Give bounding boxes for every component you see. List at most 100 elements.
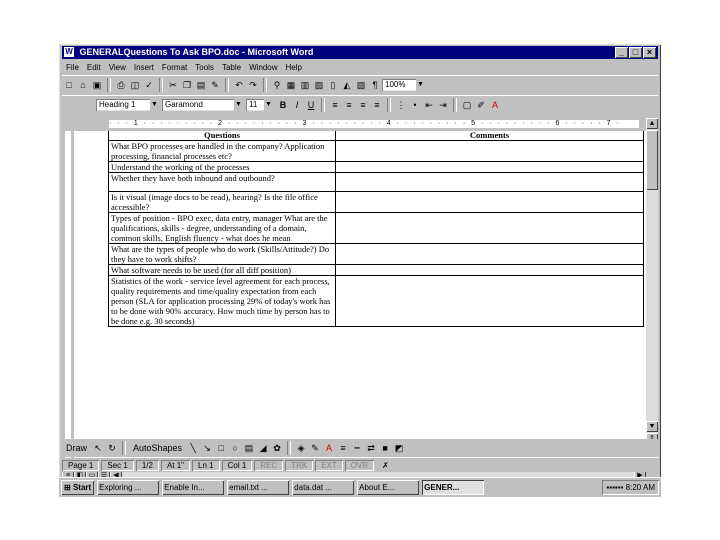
cut-icon[interactable]: ✂ <box>167 79 179 91</box>
comment-cell[interactable] <box>335 243 644 265</box>
maximize-button[interactable]: □ <box>629 47 642 58</box>
paste-icon[interactable]: ▤ <box>195 79 207 91</box>
scroll-down-icon[interactable]: ▼ <box>646 421 658 432</box>
menu-window[interactable]: Window <box>245 63 281 72</box>
columns-icon[interactable]: ▯ <box>327 79 339 91</box>
question-cell[interactable]: Statistics of the work - service level a… <box>108 275 336 327</box>
menu-format[interactable]: Format <box>158 63 191 72</box>
document-map-icon[interactable]: ▨ <box>355 79 367 91</box>
font-color-icon[interactable]: A <box>489 99 501 111</box>
draw-menu[interactable]: Draw <box>62 443 91 453</box>
drawing-icon[interactable]: ◭ <box>341 79 353 91</box>
clipart-icon[interactable]: ✿ <box>271 442 283 454</box>
question-cell[interactable]: Understand the working of the processes <box>108 161 336 173</box>
menu-edit[interactable]: Edit <box>83 63 105 72</box>
taskbar-item[interactable]: email.txt ... <box>227 480 289 495</box>
tray-icons[interactable]: ▪▪▪▪▪▪ <box>606 483 625 492</box>
clock[interactable]: 8:20 AM <box>626 483 655 492</box>
bold-button[interactable]: B <box>277 99 289 111</box>
menu-help[interactable]: Help <box>282 63 306 72</box>
arrow-icon[interactable]: ↘ <box>201 442 213 454</box>
taskbar-item-active[interactable]: GENER... <box>422 480 485 495</box>
vertical-scrollbar[interactable]: ▲ ▼ ⇑ ● ⇓ <box>646 118 658 469</box>
align-center-icon[interactable]: ≡ <box>343 99 355 111</box>
taskbar-item[interactable]: Enable In... <box>162 480 224 495</box>
rectangle-icon[interactable]: □ <box>215 442 227 454</box>
menu-file[interactable]: File <box>62 63 83 72</box>
zoom-dropdown[interactable]: 100% ▼ <box>382 79 425 91</box>
justify-icon[interactable]: ≡ <box>371 99 383 111</box>
question-cell[interactable]: Types of position - BPO exec, data entry… <box>108 212 336 244</box>
comment-cell[interactable] <box>335 140 644 162</box>
taskbar-item[interactable]: About E... <box>357 480 419 495</box>
insert-table-icon[interactable]: ▥ <box>299 79 311 91</box>
dash-style-icon[interactable]: ┅ <box>351 442 363 454</box>
question-cell[interactable]: What BPO processes are handled in the co… <box>108 140 336 162</box>
status-ext[interactable]: EXT <box>315 460 343 471</box>
fill-color-icon[interactable]: ◈ <box>295 442 307 454</box>
chevron-down-icon[interactable]: ▼ <box>416 79 425 91</box>
spelling-status-icon[interactable]: ✗ <box>376 460 395 471</box>
free-rotate-icon[interactable]: ↻ <box>106 442 118 454</box>
spelling-icon[interactable]: ✓ <box>143 79 155 91</box>
comment-cell[interactable] <box>335 172 644 192</box>
question-cell[interactable]: What are the types of people who do work… <box>108 243 336 265</box>
word-app-icon[interactable]: W <box>64 47 74 57</box>
menu-view[interactable]: View <box>105 63 130 72</box>
arrow-style-icon[interactable]: ⇄ <box>365 442 377 454</box>
autoshapes-menu[interactable]: AutoShapes <box>129 443 186 453</box>
text-box-icon[interactable]: ▤ <box>243 442 255 454</box>
decrease-indent-icon[interactable]: ⇤ <box>423 99 435 111</box>
print-icon[interactable]: ⎙ <box>115 79 127 91</box>
shadow-icon[interactable]: ■ <box>379 442 391 454</box>
status-trk[interactable]: TRK <box>285 460 313 471</box>
vertical-ruler[interactable] <box>62 131 74 469</box>
increase-indent-icon[interactable]: ⇥ <box>437 99 449 111</box>
taskbar-item[interactable]: data.dat ... <box>292 480 354 495</box>
start-button[interactable]: ⊞ Start <box>61 480 94 495</box>
document-area[interactable]: Questions Comments What BPO processes ar… <box>62 131 646 469</box>
undo-icon[interactable]: ↶ <box>233 79 245 91</box>
horizontal-ruler[interactable]: · · · 1 · · · · · · · · · 2 · · · · · · … <box>62 118 658 130</box>
comment-cell[interactable] <box>335 275 644 327</box>
question-cell[interactable]: Is it visual (image docs to be read), he… <box>108 191 336 213</box>
line-color-icon[interactable]: ✎ <box>309 442 321 454</box>
style-dropdown[interactable]: Heading 1 ▼ <box>96 99 159 111</box>
format-painter-icon[interactable]: ✎ <box>209 79 221 91</box>
show-hide-icon[interactable]: ¶ <box>369 79 381 91</box>
line-icon[interactable]: ╲ <box>187 442 199 454</box>
chevron-down-icon[interactable]: ▼ <box>150 99 159 111</box>
border-icon[interactable]: ▢ <box>461 99 473 111</box>
save-icon[interactable]: ▣ <box>91 79 103 91</box>
insert-excel-icon[interactable]: ▧ <box>313 79 325 91</box>
copy-icon[interactable]: ❐ <box>181 79 193 91</box>
comment-cell[interactable] <box>335 161 644 173</box>
font-color-icon[interactable]: A <box>323 442 335 454</box>
italic-button[interactable]: I <box>291 99 303 111</box>
comment-cell[interactable] <box>335 212 644 244</box>
close-button[interactable]: × <box>643 47 656 58</box>
menu-tools[interactable]: Tools <box>191 63 218 72</box>
open-folder-icon[interactable]: ⌂ <box>77 79 89 91</box>
chevron-down-icon[interactable]: ▼ <box>264 99 273 111</box>
new-document-icon[interactable]: □ <box>63 79 75 91</box>
3d-icon[interactable]: ◩ <box>393 442 405 454</box>
title-bar[interactable]: W GENERALQuestions To Ask BPO.doc - Micr… <box>62 46 658 59</box>
scroll-thumb[interactable] <box>646 130 658 190</box>
highlight-icon[interactable]: ✐ <box>475 99 487 111</box>
status-rec[interactable]: REC <box>254 460 283 471</box>
font-dropdown[interactable]: Garamond ▼ <box>162 99 243 111</box>
bullets-icon[interactable]: • <box>409 99 421 111</box>
underline-button[interactable]: U <box>305 99 317 111</box>
status-ovr[interactable]: OVR <box>345 460 374 471</box>
taskbar-item[interactable]: Exploring ... <box>97 480 159 495</box>
align-left-icon[interactable]: ≡ <box>329 99 341 111</box>
oval-icon[interactable]: ○ <box>229 442 241 454</box>
select-objects-icon[interactable]: ↖ <box>92 442 104 454</box>
minimize-button[interactable]: _ <box>615 47 628 58</box>
question-cell[interactable]: What software needs to be used (for all … <box>108 264 336 276</box>
scroll-up-icon[interactable]: ▲ <box>646 118 658 129</box>
menu-insert[interactable]: Insert <box>130 63 158 72</box>
font-size-dropdown[interactable]: 11 ▼ <box>246 99 273 111</box>
question-cell[interactable]: Whether they have both inbound and outbo… <box>108 172 336 192</box>
